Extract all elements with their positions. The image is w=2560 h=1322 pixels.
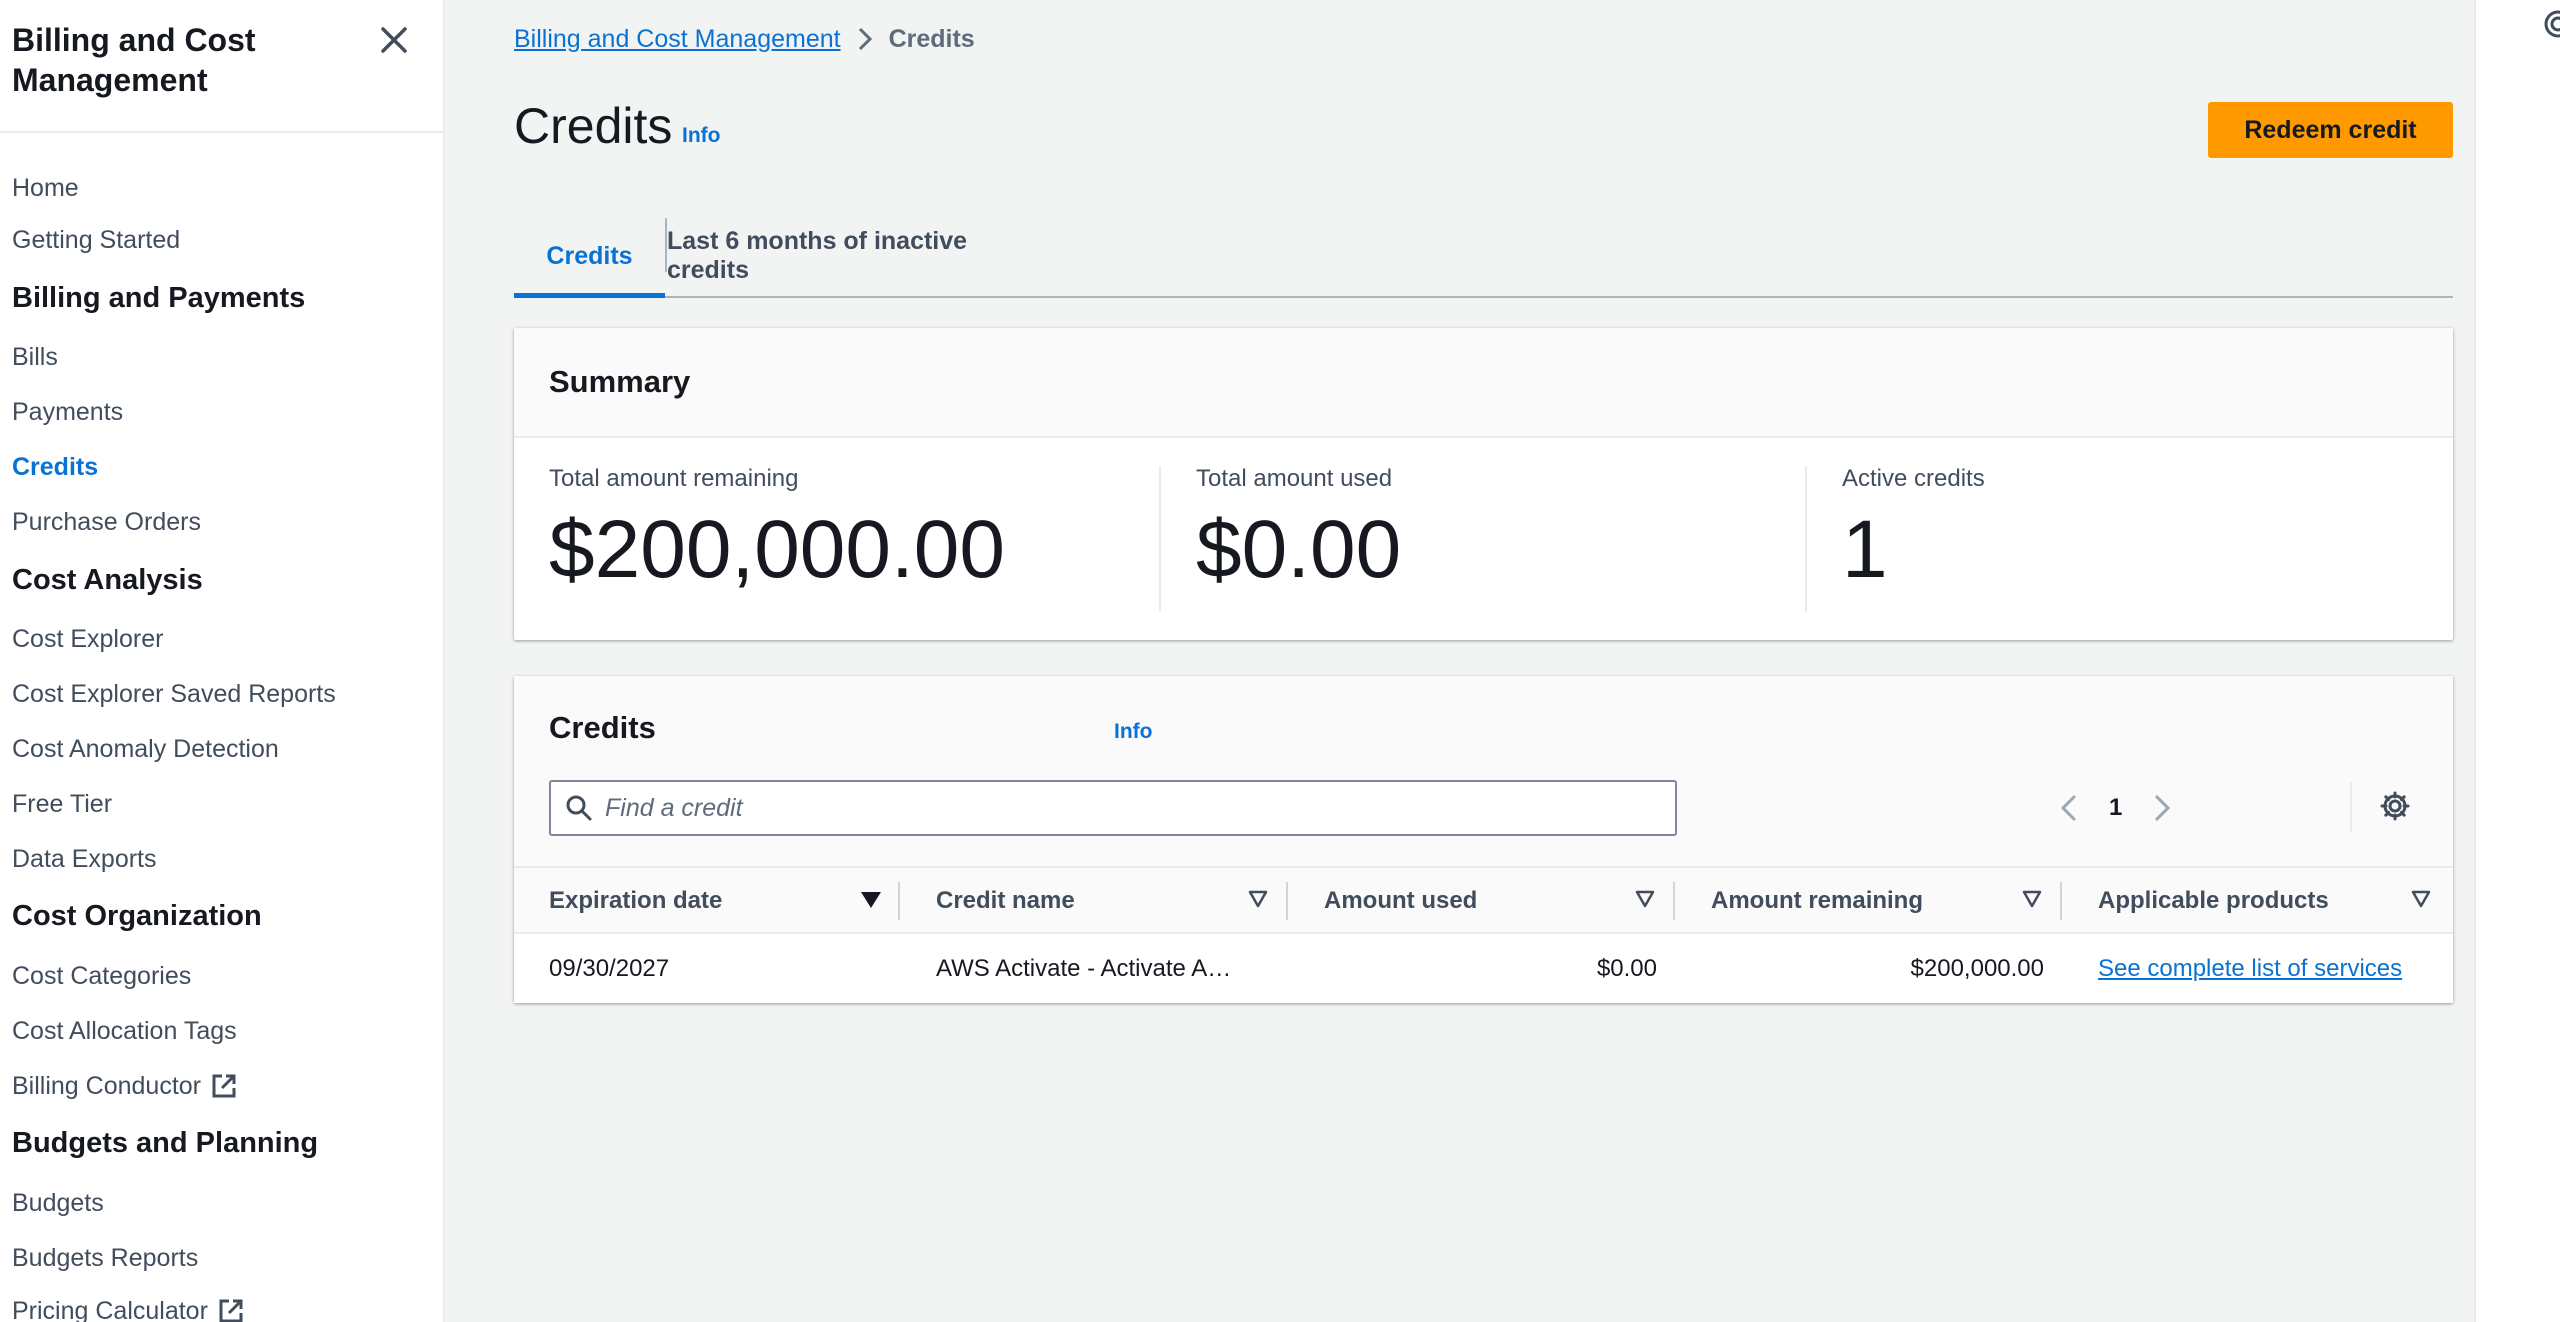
sort-icon[interactable] <box>2022 890 2042 908</box>
breadcrumb-current: Credits <box>888 25 975 53</box>
summary-header: Summary <box>514 328 2453 438</box>
active-credits-stat: Active credits 1 <box>1842 464 1985 614</box>
sort-icon[interactable] <box>2411 890 2431 908</box>
sidebar-item-purchase-orders[interactable]: Purchase Orders <box>12 507 201 537</box>
external-link-icon <box>211 1073 237 1099</box>
gear-icon[interactable] <box>2540 6 2560 42</box>
summary-divider <box>1805 466 1807 612</box>
total-remaining-label: Total amount remaining <box>549 465 799 492</box>
gear-icon <box>2380 791 2410 821</box>
active-credits-value: 1 <box>1842 504 1888 595</box>
chevron-left-icon <box>2060 794 2077 822</box>
chevron-right-icon <box>857 26 873 52</box>
credits-table-info-link[interactable]: Info <box>1114 720 1152 744</box>
sidebar-item-getting-started[interactable]: Getting Started <box>12 225 180 255</box>
external-link-icon <box>218 1298 244 1322</box>
column-resizer[interactable] <box>1286 882 1288 920</box>
column-header-amount-remaining[interactable]: Amount remaining <box>1711 868 1923 934</box>
sidebar-item-cost-categories[interactable]: Cost Categories <box>12 961 191 991</box>
table-preferences-button[interactable] <box>2379 790 2411 822</box>
credits-table-title: Credits <box>549 710 656 745</box>
sidebar-item-bills[interactable]: Bills <box>12 342 58 372</box>
breadcrumb: Billing and Cost Management Credits <box>514 24 975 54</box>
sidebar-section-billing-and-payments: Billing and Payments <box>12 282 306 314</box>
sidebar-item-data-exports[interactable]: Data Exports <box>12 844 157 874</box>
table-header-row: Expiration date Credit name Amount used … <box>514 866 2453 934</box>
column-resizer[interactable] <box>1673 882 1675 920</box>
sort-descending-icon[interactable] <box>860 890 882 910</box>
summary-title: Summary <box>549 364 691 399</box>
sidebar-title: Billing and Cost Management <box>12 22 256 98</box>
sidebar-item-billing-conductor[interactable]: Billing Conductor <box>12 1071 237 1101</box>
redeem-credit-button[interactable]: Redeem credit <box>2208 102 2453 158</box>
search-credit-field[interactable] <box>549 780 1677 836</box>
sidebar-item-pricing-calculator[interactable]: Pricing Calculator <box>12 1296 244 1322</box>
cell-expiration-date: 09/30/2027 <box>549 954 670 982</box>
sidebar-section-cost-analysis: Cost Analysis <box>12 564 203 596</box>
credits-table-container: Credits Info 1 <box>514 676 2453 1003</box>
column-resizer[interactable] <box>898 882 900 920</box>
total-remaining-stat: Total amount remaining $200,000.00 <box>549 464 1005 614</box>
previous-page-button[interactable] <box>2059 793 2079 823</box>
cell-applicable-products: See complete list of services <box>2098 934 2402 1003</box>
sidebar-item-budgets-reports[interactable]: Budgets Reports <box>12 1243 198 1273</box>
sidebar-section-cost-organization: Cost Organization <box>12 900 262 932</box>
close-sidebar-button[interactable] <box>374 20 414 60</box>
chevron-right-icon <box>2155 794 2171 822</box>
sidebar-item-label: Billing Conductor <box>12 1072 201 1100</box>
sidebar-item-payments[interactable]: Payments <box>12 397 123 427</box>
tab-credits[interactable]: Credits <box>514 216 665 298</box>
see-services-link[interactable]: See complete list of services <box>2098 955 2402 983</box>
total-used-value: $0.00 <box>1196 504 1402 595</box>
cell-amount-used: $0.00 <box>1596 954 1657 982</box>
column-resizer[interactable] <box>2060 882 2062 920</box>
current-page-number[interactable]: 1 <box>2109 794 2122 822</box>
search-credit-input[interactable] <box>603 792 1643 824</box>
sidebar-item-cost-allocation-tags[interactable]: Cost Allocation Tags <box>12 1016 237 1046</box>
tools-panel-rail <box>2474 0 2560 1322</box>
tab-inactive-credits[interactable]: Last 6 months of inactive credits <box>667 216 1052 296</box>
cell-credit-name: AWS Activate - Activate A… <box>936 954 1232 982</box>
column-header-applicable-products[interactable]: Applicable products <box>2098 868 2329 934</box>
main-content: Billing and Cost Management Credits Cred… <box>447 0 2477 1322</box>
column-header-amount-used[interactable]: Amount used <box>1324 868 1477 934</box>
sidebar-item-credits[interactable]: Credits <box>12 452 98 482</box>
table-row: 09/30/2027 AWS Activate - Activate A… $0… <box>514 934 2453 1003</box>
page-title: Credits <box>514 98 673 154</box>
sidebar-item-cost-explorer[interactable]: Cost Explorer <box>12 624 163 654</box>
pagination-divider <box>2350 782 2352 832</box>
sidebar-item-cost-explorer-saved-reports[interactable]: Cost Explorer Saved Reports <box>12 679 336 709</box>
sidebar-header: Billing and Cost Management <box>0 0 443 133</box>
sidebar-item-label: Pricing Calculator <box>12 1297 208 1322</box>
sort-icon[interactable] <box>1635 890 1655 908</box>
column-header-expiration-date[interactable]: Expiration date <box>549 868 722 934</box>
sidebar-item-free-tier[interactable]: Free Tier <box>12 789 112 819</box>
summary-divider <box>1159 466 1161 612</box>
column-header-credit-name[interactable]: Credit name <box>936 868 1075 934</box>
sidebar-navigation: Billing and Cost Management Home Getting… <box>0 0 445 1322</box>
summary-container: Summary Total amount remaining $200,000.… <box>514 328 2453 640</box>
next-page-button[interactable] <box>2152 793 2172 823</box>
total-used-stat: Total amount used $0.00 <box>1196 464 1401 614</box>
page-info-link[interactable]: Info <box>682 124 720 148</box>
pagination: 1 <box>2059 786 2172 830</box>
sidebar-item-budgets[interactable]: Budgets <box>12 1188 104 1218</box>
sidebar-section-budgets-and-planning: Budgets and Planning <box>12 1127 319 1159</box>
close-icon <box>381 27 407 53</box>
total-remaining-value: $200,000.00 <box>549 504 1006 595</box>
search-icon <box>565 794 593 822</box>
active-credits-label: Active credits <box>1842 465 1985 492</box>
sidebar-item-cost-anomaly-detection[interactable]: Cost Anomaly Detection <box>12 734 279 764</box>
breadcrumb-link-billing[interactable]: Billing and Cost Management <box>514 24 841 54</box>
total-used-label: Total amount used <box>1196 465 1393 492</box>
sidebar-item-home[interactable]: Home <box>12 173 79 203</box>
sort-icon[interactable] <box>1248 890 1268 908</box>
cell-amount-remaining: $200,000.00 <box>1910 954 2044 982</box>
tab-list: Credits Last 6 months of inactive credit… <box>514 216 2453 298</box>
